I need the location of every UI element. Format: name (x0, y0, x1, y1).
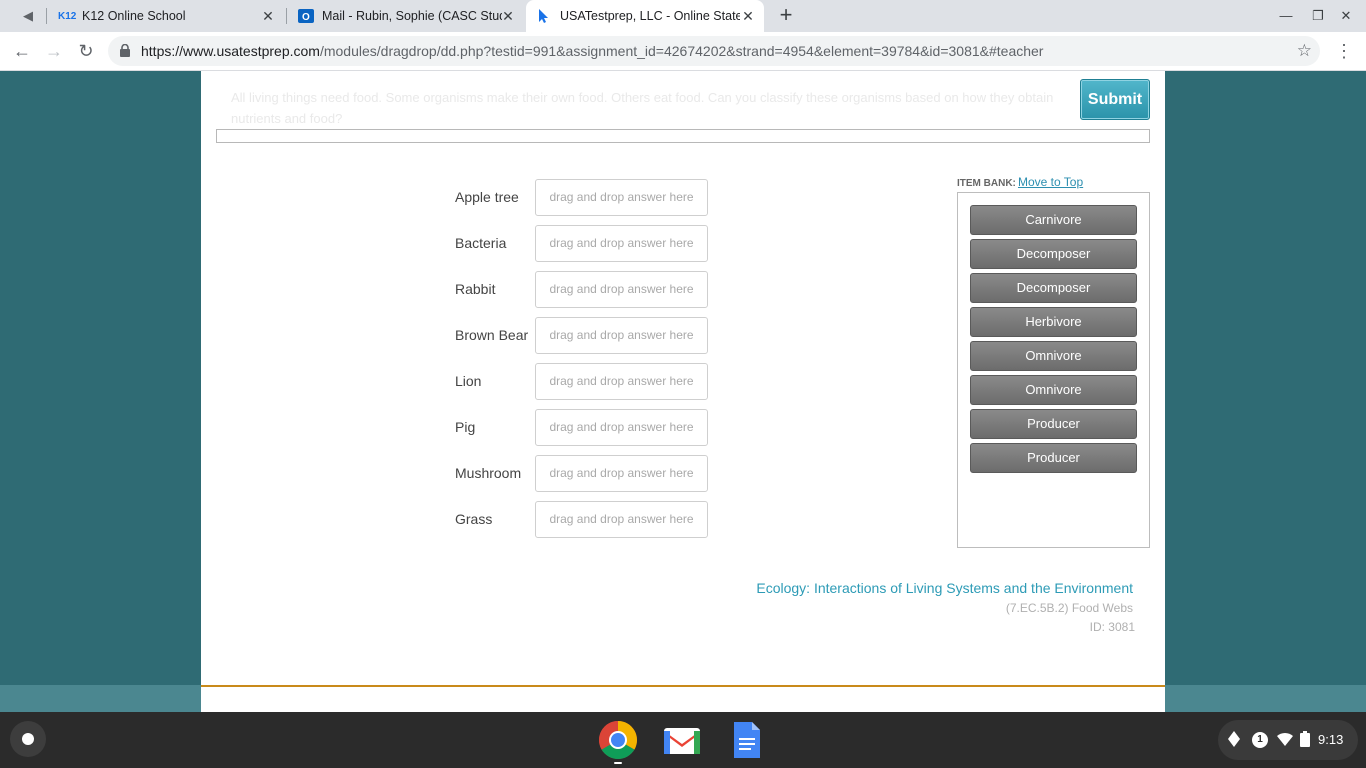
os-shelf: 1 9:13 (0, 712, 1366, 768)
submit-button[interactable]: Submit (1080, 79, 1150, 120)
tab-audio-icon[interactable]: ◀ (16, 4, 40, 28)
tab-strip: ◀ K12 K12 Online School ✕ O Mail - Rubin… (0, 0, 1366, 32)
drop-zone[interactable]: drag and drop answer here (535, 317, 708, 354)
address-bar[interactable]: https://www.usatestprep.com/modules/drag… (108, 36, 1320, 66)
move-to-top-link[interactable]: Move to Top (1018, 175, 1083, 189)
drop-zone[interactable]: drag and drop answer here (535, 455, 708, 492)
question-divider (216, 129, 1150, 143)
organism-label: Lion (455, 373, 482, 389)
question-text: All living things need food. Some organi… (231, 90, 1054, 126)
back-arrow-icon[interactable]: ← (10, 39, 34, 63)
standard-title-link[interactable]: Ecology: Interactions of Living Systems … (756, 580, 1133, 596)
chrome-icon[interactable] (598, 720, 638, 764)
outlook-icon: O (298, 8, 314, 24)
url-path: /modules/dragdrop/dd.php?testid=991&assi… (319, 43, 1044, 59)
k12-favicon-icon: K12 (58, 10, 77, 22)
organism-label: Rabbit (455, 281, 496, 297)
bookmark-star-icon[interactable]: ☆ (1297, 41, 1312, 61)
close-window-icon[interactable]: ✕ (1336, 6, 1356, 26)
new-tab-button[interactable]: + (774, 4, 798, 28)
minimize-icon[interactable]: — (1276, 6, 1296, 26)
question-id: ID: 3081 (1089, 620, 1135, 634)
tab-title: Mail - Rubin, Sophie (CASC Stude (322, 9, 502, 23)
answer-chip[interactable]: Omnivore (970, 375, 1137, 405)
tab-title: K12 Online School (82, 9, 186, 23)
answer-chip[interactable]: Herbivore (970, 307, 1137, 337)
tab-mail[interactable]: O Mail - Rubin, Sophie (CASC Stude ✕ (288, 0, 524, 32)
wifi-icon (1276, 731, 1294, 750)
tab-usatestprep[interactable]: USATestprep, LLC - Online State-S ✕ (526, 0, 764, 32)
drop-zone[interactable]: drag and drop answer here (535, 501, 708, 538)
drop-zone[interactable]: drag and drop answer here (535, 271, 708, 308)
gmail-icon[interactable] (662, 720, 702, 760)
organism-label: Apple tree (455, 189, 519, 205)
browser-menu-icon[interactable]: ⋮ (1334, 39, 1354, 63)
answer-chip[interactable]: Carnivore (970, 205, 1137, 235)
status-tray[interactable]: 1 9:13 (1218, 720, 1358, 760)
cursor-icon (538, 8, 552, 24)
tab-separator (286, 8, 287, 24)
clock: 9:13 (1318, 732, 1344, 747)
drop-zone[interactable]: drag and drop answer here (535, 409, 708, 446)
tab-k12[interactable]: K12 K12 Online School ✕ (48, 0, 284, 32)
google-docs-icon[interactable] (726, 720, 766, 760)
forward-arrow-icon[interactable]: → (42, 39, 66, 63)
answer-chip[interactable]: Omnivore (970, 341, 1137, 371)
organism-label: Bacteria (455, 235, 507, 251)
drop-zone[interactable]: drag and drop answer here (535, 179, 708, 216)
tab-title: USATestprep, LLC - Online State-S (560, 9, 740, 23)
url-host: https://www.usatestprep.com (141, 43, 320, 59)
notification-badge: 1 (1252, 732, 1268, 748)
reload-icon[interactable]: ↻ (74, 39, 98, 63)
stylus-icon (1226, 730, 1242, 751)
drop-zone[interactable]: drag and drop answer here (535, 225, 708, 262)
close-tab-icon[interactable]: ✕ (260, 8, 276, 24)
question-card: All living things need food. Some organi… (201, 71, 1165, 712)
footer-rule (201, 685, 1165, 687)
answer-chip[interactable]: Decomposer (970, 273, 1137, 303)
close-tab-icon[interactable]: ✕ (740, 8, 756, 24)
item-bank: Carnivore Decomposer Decomposer Herbivor… (957, 192, 1150, 548)
battery-icon (1300, 731, 1310, 750)
browser-toolbar: ← → ↻ https://www.usatestprep.com/module… (0, 32, 1366, 71)
standard-code: (7.EC.5B.2) Food Webs (1005, 601, 1133, 615)
close-tab-icon[interactable]: ✕ (500, 8, 516, 24)
tab-separator (46, 8, 47, 24)
organism-label: Grass (455, 511, 493, 527)
launcher-icon[interactable] (10, 721, 46, 757)
maximize-icon[interactable]: ❐ (1308, 6, 1328, 26)
url-text: https://www.usatestprep.com/modules/drag… (141, 43, 1043, 59)
organism-label: Mushroom (455, 465, 522, 481)
drop-zone[interactable]: drag and drop answer here (535, 363, 708, 400)
organism-label: Pig (455, 419, 476, 435)
answer-chip[interactable]: Producer (970, 409, 1137, 439)
answer-chip[interactable]: Decomposer (970, 239, 1137, 269)
lock-icon (120, 43, 130, 62)
svg-text:O: O (302, 12, 310, 23)
item-bank-label: ITEM BANK: (957, 178, 1016, 189)
answer-chip[interactable]: Producer (970, 443, 1137, 473)
organism-label: Brown Bear (455, 327, 529, 343)
